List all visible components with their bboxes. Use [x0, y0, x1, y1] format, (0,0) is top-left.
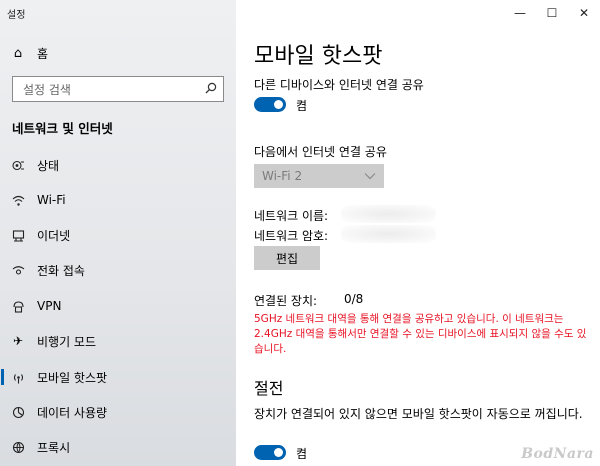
network-name-value	[341, 205, 436, 223]
window-controls: — ☐ ✕	[504, 0, 600, 26]
sidebar-item-label: 상태	[37, 158, 60, 173]
band-warning: 5GHz 네트워크 대역을 통해 연결을 공유하고 있습니다. 이 네트워크는 …	[254, 313, 587, 355]
share-from-label: 다음에서 인터넷 연결 공유	[254, 145, 387, 159]
share-label: 다른 디바이스와 인터넷 연결 공유	[254, 78, 424, 92]
sidebar-item-wifi[interactable]: Wi-Fi	[0, 185, 236, 215]
sidebar-item-label: 데이터 사용량	[37, 405, 108, 420]
dialup-icon	[11, 263, 25, 277]
sidebar-item-label: 모바일 핫스팟	[37, 370, 108, 385]
power-saving-toggle[interactable]	[254, 445, 286, 460]
sidebar-item-label: 프록시	[37, 440, 71, 455]
page-title: 모바일 핫스팟	[254, 44, 383, 69]
sidebar: 설정 ⌂ 홈 설정 검색 네트워크 및 인터넷 상태 Wi-Fi 이더넷 전화 …	[0, 0, 236, 466]
sidebar-item-label: VPN	[37, 299, 62, 313]
share-from-value: Wi-Fi 2	[262, 169, 303, 183]
edit-button[interactable]: 편집	[254, 246, 320, 270]
proxy-icon	[11, 440, 25, 454]
home-icon: ⌂	[13, 45, 23, 61]
connected-devices-value: 0/8	[344, 292, 364, 306]
network-name-label: 네트워크 이름:	[254, 209, 329, 223]
sidebar-item-status[interactable]: 상태	[0, 150, 236, 180]
connected-devices-label: 연결된 장치:	[254, 294, 318, 308]
maximize-button[interactable]: ☐	[536, 0, 568, 26]
sidebar-item-home[interactable]: ⌂ 홈	[0, 40, 236, 66]
sidebar-item-proxy[interactable]: 프록시	[0, 432, 236, 462]
share-toggle-state: 켬	[296, 99, 308, 113]
power-saving-toggle-state: 켬	[296, 447, 308, 461]
content-pane: — ☐ ✕ 모바일 핫스팟 다른 디바이스와 인터넷 연결 공유 켬 다음에서 …	[236, 0, 600, 466]
minimize-button[interactable]: —	[504, 0, 536, 26]
search-placeholder: 설정 검색	[23, 82, 71, 97]
network-password-value	[341, 225, 436, 243]
sidebar-item-label: 비행기 모드	[37, 334, 97, 349]
wifi-icon	[11, 193, 25, 207]
sidebar-item-data-usage[interactable]: 데이터 사용량	[0, 397, 236, 427]
sidebar-item-label: 이더넷	[37, 228, 71, 243]
window-title: 설정	[7, 10, 26, 21]
hotspot-icon	[11, 370, 25, 384]
sidebar-item-label: Wi-Fi	[37, 193, 66, 207]
power-saving-description: 장치가 연결되어 있지 않으면 모바일 핫스팟이 자동으로 꺼집니다.	[254, 407, 583, 421]
sidebar-item-vpn[interactable]: VPN	[0, 291, 236, 321]
watermark-logo: BodNara	[521, 446, 594, 462]
sidebar-item-hotspot[interactable]: 모바일 핫스팟	[0, 362, 236, 392]
share-from-select[interactable]: Wi-Fi 2	[254, 164, 384, 188]
sidebar-item-label: 전화 접속	[37, 263, 85, 278]
data-usage-icon	[11, 405, 25, 419]
search-icon	[205, 82, 217, 97]
chevron-down-icon	[364, 169, 376, 183]
close-button[interactable]: ✕	[568, 0, 600, 26]
sidebar-item-dialup[interactable]: 전화 접속	[0, 255, 236, 285]
section-title: 네트워크 및 인터넷	[12, 121, 113, 136]
search-input[interactable]: 설정 검색	[12, 76, 224, 102]
power-saving-title: 절전	[254, 379, 284, 398]
share-toggle[interactable]	[254, 97, 286, 112]
status-icon	[11, 158, 25, 172]
sidebar-item-airplane[interactable]: ✈ 비행기 모드	[0, 326, 236, 356]
ethernet-icon	[11, 228, 25, 242]
airplane-icon: ✈	[12, 334, 24, 348]
sidebar-item-ethernet[interactable]: 이더넷	[0, 220, 236, 250]
vpn-icon	[11, 299, 25, 313]
sidebar-item-label: 홈	[37, 46, 49, 61]
network-password-label: 네트워크 암호:	[254, 229, 329, 243]
